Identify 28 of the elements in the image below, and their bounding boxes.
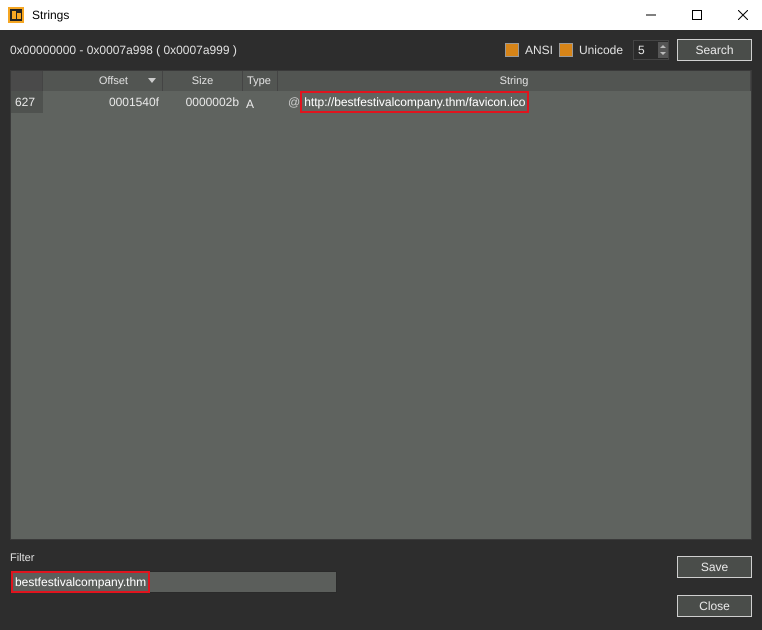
- maximize-icon[interactable]: [692, 10, 702, 20]
- row-number: 627: [11, 91, 43, 113]
- sort-arrow-icon: [148, 78, 156, 83]
- close-icon[interactable]: [738, 10, 748, 20]
- address-range: 0x00000000 - 0x0007a998 ( 0x0007a999 ): [10, 42, 237, 59]
- checkbox-label: Unicode: [578, 42, 623, 59]
- filter-field[interactable]: bestfestivalcompany.thm: [10, 570, 337, 592]
- window-title: Strings: [32, 7, 70, 24]
- search-button[interactable]: Search: [677, 39, 752, 61]
- filter-label: Filter: [10, 551, 36, 566]
- checkbox[interactable]: [504, 43, 519, 57]
- string-cell: http://bestfestivalcompany.thm/favicon.ico: [300, 91, 530, 113]
- column-header[interactable]: String: [278, 71, 751, 91]
- table-cell-text: A: [245, 96, 256, 113]
- column-header[interactable]: Offset: [43, 71, 163, 91]
- dialog-button[interactable]: Save: [677, 556, 752, 578]
- length-spinbox[interactable]: 5: [633, 40, 669, 60]
- checkbox[interactable]: [558, 43, 573, 57]
- column-header[interactable]: Type: [243, 71, 278, 91]
- app-icon: [8, 7, 24, 23]
- filter-value: bestfestivalcompany.thm: [11, 570, 150, 592]
- table-cell-text: 0001540f: [108, 94, 160, 111]
- column-header[interactable]: Size: [163, 71, 243, 91]
- spin-arrows-icon[interactable]: [658, 42, 668, 58]
- table-cell-text: 0000002b: [184, 94, 240, 111]
- dialog-button[interactable]: Close: [677, 595, 752, 617]
- table-cell-text: @: [288, 94, 300, 111]
- checkbox-label: ANSI: [524, 42, 553, 59]
